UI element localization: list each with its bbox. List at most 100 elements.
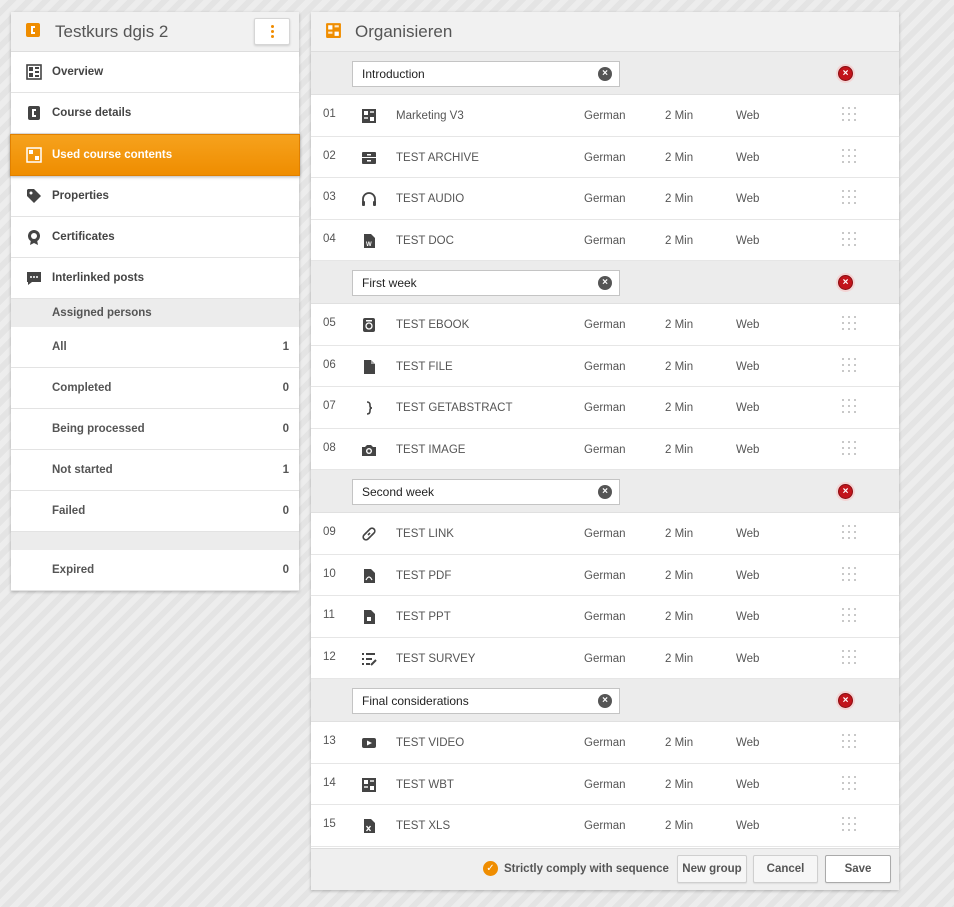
nav-item-certificates[interactable]: Certificates: [11, 217, 299, 258]
item-type: Web: [736, 778, 760, 791]
drag-handle-icon[interactable]: [842, 399, 860, 417]
item-language: German: [584, 110, 626, 122]
drag-handle-icon[interactable]: [842, 148, 860, 167]
clear-input-icon[interactable]: ×: [598, 694, 612, 708]
item-title: TEST PPT: [396, 611, 451, 623]
nav-item-course-details[interactable]: Course details: [11, 93, 299, 134]
nav-item-interlinked-posts[interactable]: Interlinked posts: [11, 258, 299, 299]
drag-handle-icon[interactable]: [842, 231, 860, 250]
item-type: Web: [736, 528, 760, 540]
drag-handle-icon[interactable]: [842, 316, 860, 334]
nav-item-label: Certificates: [52, 231, 115, 243]
stat-all[interactable]: All 1: [11, 327, 299, 368]
drag-handle-icon[interactable]: [842, 107, 860, 125]
clear-input-icon[interactable]: ×: [598, 67, 612, 81]
course-title: Testkurs dgis 2: [55, 21, 169, 41]
item-number: 12: [323, 650, 336, 663]
item-number: 03: [323, 191, 336, 203]
content-row[interactable]: 11 TEST PPT German 2 Min Web: [311, 596, 899, 638]
drag-handle-icon[interactable]: [842, 775, 860, 794]
drag-handle-icon[interactable]: [842, 525, 860, 543]
group-name-input[interactable]: Second week ×: [352, 479, 620, 505]
course-icon: [25, 22, 41, 41]
content-row[interactable]: 10 TEST PDF German 2 Min Web: [311, 554, 899, 596]
item-language: German: [584, 234, 626, 247]
item-title: TEST FILE: [396, 360, 453, 373]
item-type: Web: [736, 110, 760, 122]
item-duration: 2 Min: [665, 234, 694, 247]
stat-failed[interactable]: Failed 0: [11, 491, 299, 532]
item-type: Web: [736, 234, 760, 247]
more-menu-button[interactable]: [254, 18, 290, 45]
nav-item-overview[interactable]: Overview: [11, 52, 299, 93]
organize-footer: ✓ Strictly comply with sequence New grou…: [311, 848, 899, 890]
item-type: Web: [736, 360, 760, 373]
group-row: Second week × ×: [311, 470, 899, 513]
cancel-button[interactable]: Cancel: [753, 855, 818, 883]
content-row[interactable]: 05 TEST EBOOK German 2 Min Web: [311, 304, 899, 346]
nav-item-used-course-contents[interactable]: Used course contents: [10, 134, 300, 176]
drag-handle-icon[interactable]: [842, 608, 860, 626]
sidebar-spacer: [11, 532, 299, 550]
drag-handle-icon[interactable]: [842, 357, 860, 376]
sequence-checkbox[interactable]: ✓: [483, 861, 498, 876]
content-row[interactable]: 06 TEST FILE German 2 Min Web: [311, 345, 899, 387]
group-row: Introduction × ×: [311, 52, 899, 95]
delete-group-icon[interactable]: ×: [838, 66, 853, 81]
drag-handle-icon[interactable]: [842, 190, 860, 208]
item-duration: 2 Min: [665, 402, 694, 414]
content-row[interactable]: 02 TEST ARCHIVE German 2 Min Web: [311, 136, 899, 178]
nav-item-label: Properties: [52, 190, 109, 202]
content-row[interactable]: 04 W TEST DOC German 2 Min Web: [311, 219, 899, 261]
stat-count: 0: [282, 505, 289, 517]
item-type: Web: [736, 193, 760, 205]
item-duration: 2 Min: [665, 443, 694, 456]
stat-label: All: [52, 341, 67, 353]
clear-input-icon[interactable]: ×: [598, 485, 612, 499]
stat-expired[interactable]: Expired 0: [11, 550, 299, 591]
stat-label: Expired: [52, 564, 95, 576]
item-type: Web: [736, 402, 760, 414]
clear-input-icon[interactable]: ×: [598, 276, 612, 290]
drag-handle-icon[interactable]: [842, 440, 860, 459]
delete-group-icon[interactable]: ×: [838, 693, 853, 708]
content-row[interactable]: 08 TEST IMAGE German 2 Min Web: [311, 428, 899, 470]
item-language: German: [584, 778, 626, 791]
tag-icon: [25, 187, 43, 205]
course-details-icon: [25, 104, 43, 122]
item-duration: 2 Min: [665, 360, 694, 373]
content-row[interactable]: 07 TEST GETABSTRACT German 2 Min Web: [311, 387, 899, 429]
group-name-input[interactable]: Introduction ×: [352, 61, 620, 87]
new-group-button[interactable]: New group: [677, 855, 747, 883]
save-button[interactable]: Save: [825, 855, 891, 883]
content-row[interactable]: 01 Marketing V3 German 2 Min Web: [311, 95, 899, 137]
item-language: German: [584, 319, 626, 331]
brace-icon: [360, 399, 378, 417]
content-row[interactable]: 12 TEST SURVEY German 2 Min Web: [311, 637, 899, 679]
content-row[interactable]: 09 TEST LINK German 2 Min Web: [311, 513, 899, 555]
content-row[interactable]: 14 TEST WBT German 2 Min Web: [311, 763, 899, 805]
stat-count: 0: [282, 423, 289, 435]
drag-handle-icon[interactable]: [842, 566, 860, 585]
item-language: German: [584, 820, 626, 832]
nav-item-properties[interactable]: Properties: [11, 176, 299, 217]
drag-handle-icon[interactable]: [842, 649, 860, 668]
content-row[interactable]: 13 TEST VIDEO German 2 Min Web: [311, 722, 899, 764]
stat-being-processed[interactable]: Being processed 0: [11, 409, 299, 450]
file-icon: [360, 358, 378, 376]
item-title: TEST PDF: [396, 569, 452, 582]
content-row[interactable]: 15 TEST XLS German 2 Min Web: [311, 805, 899, 847]
group-name-input[interactable]: First week ×: [352, 270, 620, 296]
stat-label: Not started: [52, 464, 113, 476]
content-row[interactable]: 03 TEST AUDIO German 2 Min Web: [311, 178, 899, 220]
group-name-input[interactable]: Final considerations ×: [352, 688, 620, 714]
drag-handle-icon[interactable]: [842, 734, 860, 752]
xls-icon: [360, 817, 378, 835]
drag-handle-icon[interactable]: [842, 817, 860, 835]
item-type: Web: [736, 652, 760, 665]
group-name-text: First week: [362, 276, 417, 290]
delete-group-icon[interactable]: ×: [838, 275, 853, 290]
stat-completed[interactable]: Completed 0: [11, 368, 299, 409]
delete-group-icon[interactable]: ×: [838, 484, 853, 499]
stat-not-started[interactable]: Not started 1: [11, 450, 299, 491]
